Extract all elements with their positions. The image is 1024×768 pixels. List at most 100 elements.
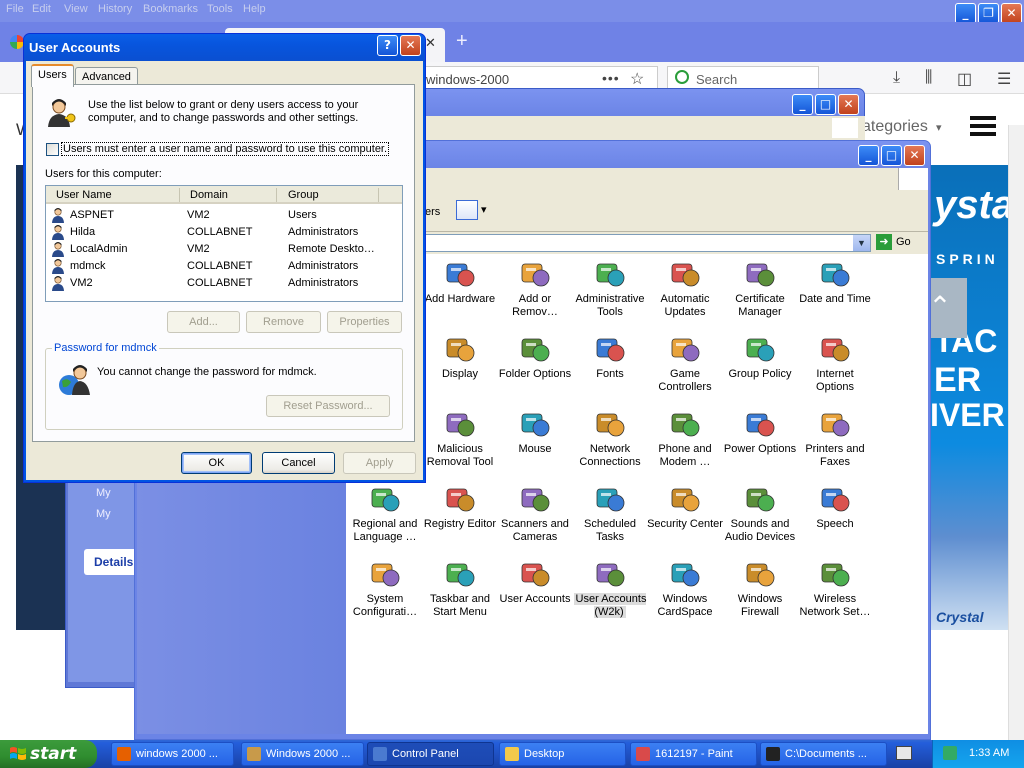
tab-users[interactable]: Users [31, 64, 74, 87]
address-input[interactable] [425, 234, 871, 252]
keyboard-icon[interactable] [896, 746, 912, 760]
help-icon[interactable]: ? [377, 35, 398, 56]
control-panel-item[interactable]: Game Controllers [646, 333, 724, 394]
control-panel-item[interactable]: Administrative Tools [571, 258, 649, 319]
new-tab-icon[interactable]: + [456, 30, 468, 53]
library-icon[interactable]: ⫼ [925, 69, 932, 87]
views-button[interactable]: ▾ [456, 200, 492, 224]
menu-help[interactable]: Help [243, 3, 266, 15]
column-divider[interactable] [179, 188, 180, 202]
toolbar-folders-button[interactable]: ers [425, 206, 440, 218]
control-panel-item[interactable]: Power Options [721, 408, 799, 456]
taskbar-button[interactable]: windows 2000 ... [111, 742, 234, 766]
control-panel-item[interactable]: Mouse [496, 408, 574, 456]
menu-tools[interactable]: Tools [207, 3, 233, 15]
column-header-username[interactable]: User Name [56, 189, 112, 201]
control-panel-item[interactable]: Malicious Removal Tool [421, 408, 499, 469]
control-panel-item[interactable]: Display [421, 333, 499, 381]
minimize-icon[interactable]: _ [858, 145, 879, 166]
column-divider[interactable] [276, 188, 277, 202]
google-icon[interactable] [10, 35, 24, 49]
control-panel-item[interactable]: Printers and Faxes [796, 408, 874, 469]
user-properties-button[interactable]: Properties [327, 311, 402, 333]
dialog-titlebar[interactable]: User Accounts [24, 34, 425, 62]
column-divider[interactable] [378, 188, 379, 202]
column-header-domain[interactable]: Domain [190, 189, 228, 201]
control-panel-item[interactable]: Add Hardware [421, 258, 499, 306]
bookmark-star-icon[interactable]: ☆ [630, 69, 644, 89]
control-panel-item[interactable]: Scheduled Tasks [571, 483, 649, 544]
control-panel-item[interactable]: Internet Options [796, 333, 874, 394]
require-login-label[interactable]: Users must enter a user name and passwor… [61, 142, 390, 156]
taskbar-button[interactable]: 1612197 - Paint [630, 742, 757, 766]
control-panel-item[interactable]: Windows Firewall [721, 558, 799, 619]
minimize-icon[interactable]: _ [792, 94, 813, 115]
address-dropdown-icon[interactable]: ▼ [853, 235, 870, 251]
column-header-group[interactable]: Group [288, 189, 319, 201]
control-panel-item[interactable]: Phone and Modem … [646, 408, 724, 469]
control-panel-item[interactable]: Wireless Network Set… [796, 558, 874, 619]
control-panel-item[interactable]: Group Policy [721, 333, 799, 381]
control-panel-item[interactable]: Windows CardSpace [646, 558, 724, 619]
table-row[interactable]: LocalAdmin VM2 Remote Deskto… [50, 241, 400, 258]
download-icon[interactable]: ⤓ [893, 69, 900, 87]
advertisement-banner[interactable]: ysta SPRIN TAC ER IVER Crystal [930, 165, 1008, 630]
restore-icon[interactable]: ❐ [978, 3, 999, 24]
control-panel-item[interactable]: Certificate Manager [721, 258, 799, 319]
control-panel-item[interactable]: Date and Time [796, 258, 874, 306]
control-panel-item[interactable]: Regional and Language … [346, 483, 424, 544]
control-panel-item[interactable]: Taskbar and Start Menu [421, 558, 499, 619]
categories-dropdown[interactable]: ategories [862, 118, 928, 136]
close-icon[interactable]: ✕ [904, 145, 925, 166]
menu-file[interactable]: File [6, 3, 24, 15]
control-panel-item[interactable]: User Accounts (W2k) [571, 558, 649, 619]
tray-network-icon[interactable] [943, 746, 957, 760]
control-panel-item[interactable]: Speech [796, 483, 874, 531]
control-panel-item[interactable]: Sounds and Audio Devices [721, 483, 799, 544]
go-button[interactable]: ➜ Go [876, 234, 916, 252]
url-bar[interactable]: windows-2000 ••• ☆ [418, 66, 658, 90]
control-panel-item[interactable]: Automatic Updates [646, 258, 724, 319]
taskbar-button[interactable]: C:\Documents ... [760, 742, 887, 766]
clock[interactable]: 1:33 AM [969, 747, 1009, 759]
add-user-button[interactable]: Add... [167, 311, 240, 333]
sidebar-link[interactable]: My [96, 508, 111, 520]
page-actions-icon[interactable]: ••• [602, 70, 620, 86]
cancel-button[interactable]: Cancel [262, 452, 335, 474]
close-icon[interactable]: ✕ [1001, 3, 1022, 24]
close-icon[interactable]: ✕ [400, 35, 421, 56]
taskbar-button[interactable]: Windows 2000 ... [241, 742, 364, 766]
require-login-checkbox[interactable] [46, 143, 59, 156]
tab-close-icon[interactable]: ✕ [425, 35, 436, 51]
sidebar-icon[interactable]: ◫ [957, 69, 972, 89]
minimize-icon[interactable]: _ [955, 3, 976, 24]
table-row[interactable]: Hilda COLLABNET Administrators [50, 224, 400, 241]
control-panel-item[interactable]: Scanners and Cameras [496, 483, 574, 544]
table-row[interactable]: ASPNET VM2 Users [50, 207, 400, 224]
control-panel-item[interactable]: System Configurati… [346, 558, 424, 619]
menu-bookmarks[interactable]: Bookmarks [143, 3, 198, 15]
sidebar-link[interactable]: My [96, 487, 111, 499]
remove-user-button[interactable]: Remove [246, 311, 321, 333]
table-row[interactable]: VM2 COLLABNET Administrators [50, 275, 400, 292]
menu-history[interactable]: History [98, 3, 132, 15]
control-panel-item[interactable]: Fonts [571, 333, 649, 381]
control-panel-item[interactable]: Registry Editor [421, 483, 499, 531]
close-icon[interactable]: ✕ [838, 94, 859, 115]
maximize-icon[interactable]: □ [815, 94, 836, 115]
control-panel-item[interactable]: Folder Options [496, 333, 574, 381]
taskbar-button[interactable]: Control Panel [367, 742, 494, 766]
menu-edit[interactable]: Edit [32, 3, 51, 15]
table-row[interactable]: mdmck COLLABNET Administrators [50, 258, 400, 275]
menu-view[interactable]: View [64, 3, 88, 15]
control-panel-item[interactable]: Security Center [646, 483, 724, 531]
maximize-icon[interactable]: □ [881, 145, 902, 166]
reset-password-button[interactable]: Reset Password... [266, 395, 390, 417]
taskbar-button[interactable]: Desktop [499, 742, 626, 766]
page-scrollbar[interactable] [1008, 125, 1024, 740]
apply-button[interactable]: Apply [343, 452, 416, 474]
menu-icon[interactable]: ☰ [997, 69, 1011, 89]
search-input[interactable]: Search [667, 66, 819, 90]
control-panel-item[interactable]: Network Connections [571, 408, 649, 469]
control-panel-item[interactable]: Add or Remov… [496, 258, 574, 319]
